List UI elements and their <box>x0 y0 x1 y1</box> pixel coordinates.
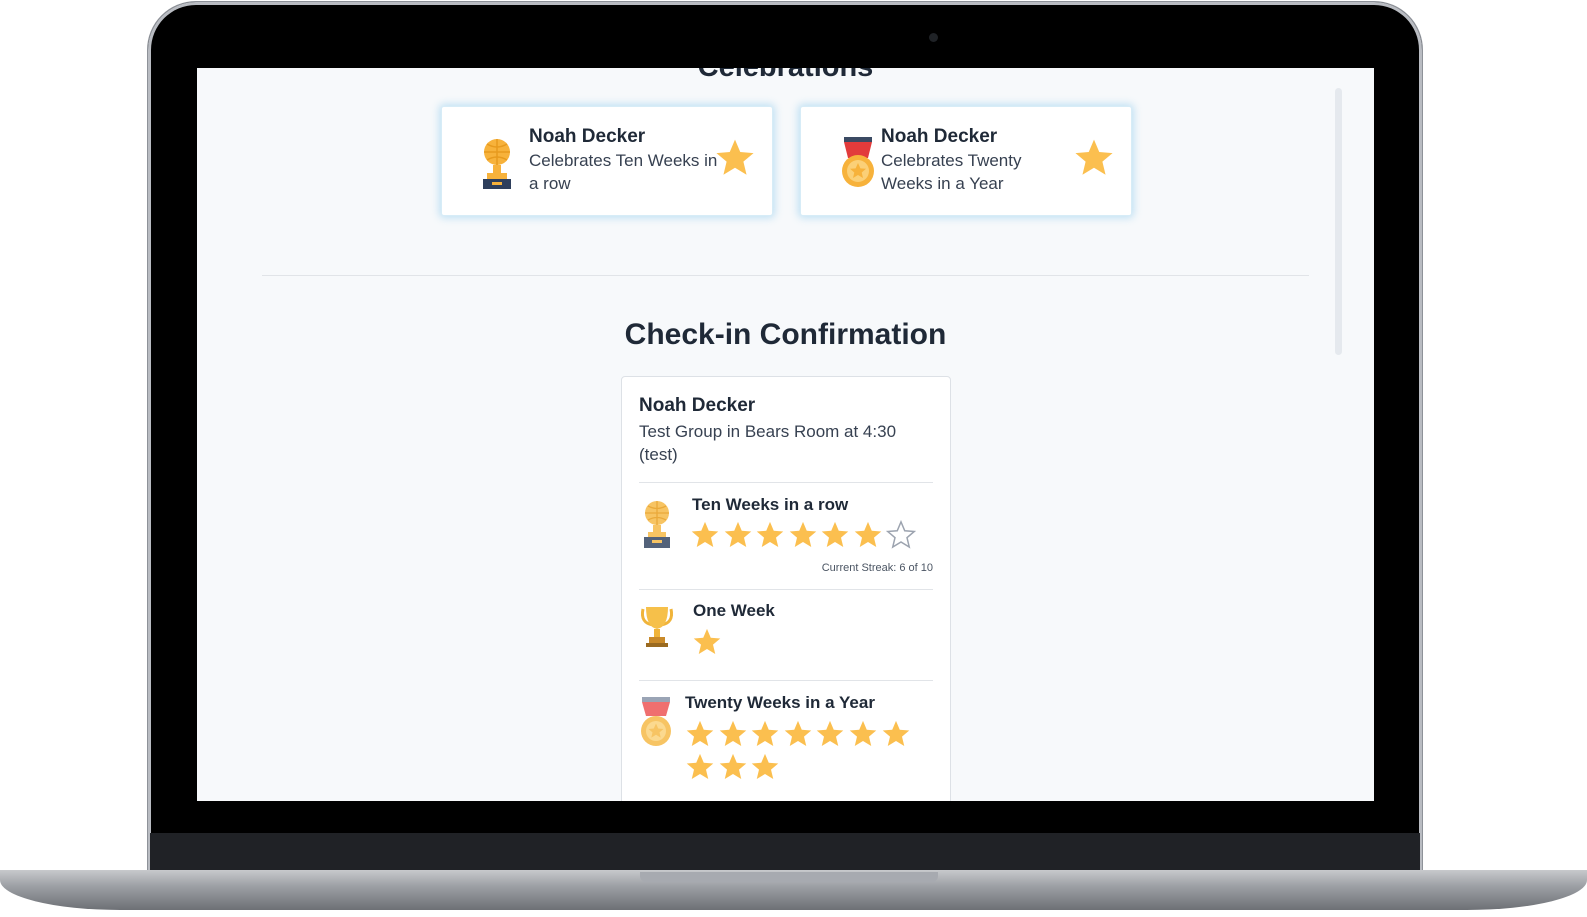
star-filled-icon <box>756 521 784 547</box>
divider <box>639 680 933 681</box>
star-filled-icon <box>686 753 714 779</box>
celebration-name: Noah Decker <box>881 126 998 147</box>
star-filled-icon <box>691 521 719 547</box>
star-filled-icon <box>751 753 779 779</box>
camera-icon <box>929 33 938 42</box>
medal-icon <box>833 135 883 191</box>
trophy-cup-icon <box>639 605 675 657</box>
star-filled-icon <box>784 720 812 746</box>
streak-label: Current Streak: 6 of 10 <box>821 562 933 574</box>
achievement-title: Ten Weeks in a row <box>692 495 849 514</box>
star-filled-icon <box>854 521 882 547</box>
trophy-globe-icon <box>472 135 522 191</box>
celebration-description: Celebrates Twenty Weeks in a Year <box>881 151 1022 193</box>
star-icon <box>1075 139 1113 175</box>
celebration-card[interactable]: Noah Decker Celebrates Ten Weeks in a ro… <box>441 106 773 216</box>
divider <box>639 589 933 590</box>
scrollbar[interactable] <box>1335 88 1342 355</box>
star-filled-icon <box>882 720 909 746</box>
star-filled-icon <box>686 720 714 746</box>
checkin-card: Noah Decker Test Group in Bears Room at … <box>621 376 951 801</box>
person-name: Noah Decker <box>639 395 756 416</box>
star-rating <box>692 627 752 660</box>
page-title: Check-in Confirmation <box>624 318 947 351</box>
app-screen: Celebrations Noah Decker Celebrates Ten … <box>197 68 1374 801</box>
celebration-card[interactable]: Noah Decker Celebrates Twenty Weeks in a… <box>800 106 1132 216</box>
star-icon <box>716 139 754 175</box>
achievement-title: One Week <box>693 601 775 620</box>
group-info: Test Group in Bears Room at 4:30 (test) <box>639 422 897 464</box>
celebration-description: Celebrates Ten Weeks in a row <box>529 151 718 193</box>
achievement-item: Twenty Weeks in a Year <box>638 693 933 797</box>
star-filled-icon <box>789 521 817 547</box>
achievement-title: Twenty Weeks in a Year <box>685 693 875 712</box>
star-empty-icon <box>885 520 916 549</box>
star-rating <box>690 520 930 553</box>
star-filled-icon <box>751 720 779 746</box>
star-filled-icon <box>719 720 746 746</box>
achievement-item: Ten Weeks in a row Current Streak: 6 of … <box>639 495 933 574</box>
celebrations-title: Celebrations <box>197 68 1374 84</box>
star-filled-icon <box>849 720 877 746</box>
laptop-notch <box>640 872 938 882</box>
section-divider <box>262 275 1309 276</box>
celebration-name: Noah Decker <box>529 126 646 147</box>
medal-icon <box>638 697 674 749</box>
star-filled-icon <box>719 753 746 779</box>
star-filled-icon <box>693 628 721 654</box>
star-filled-icon <box>822 521 849 547</box>
trophy-globe-icon <box>639 499 675 551</box>
achievement-item: One Week <box>639 601 933 665</box>
star-filled-icon <box>817 720 844 746</box>
star-rating <box>685 719 925 785</box>
divider <box>639 482 933 483</box>
star-filled-icon <box>724 521 751 547</box>
